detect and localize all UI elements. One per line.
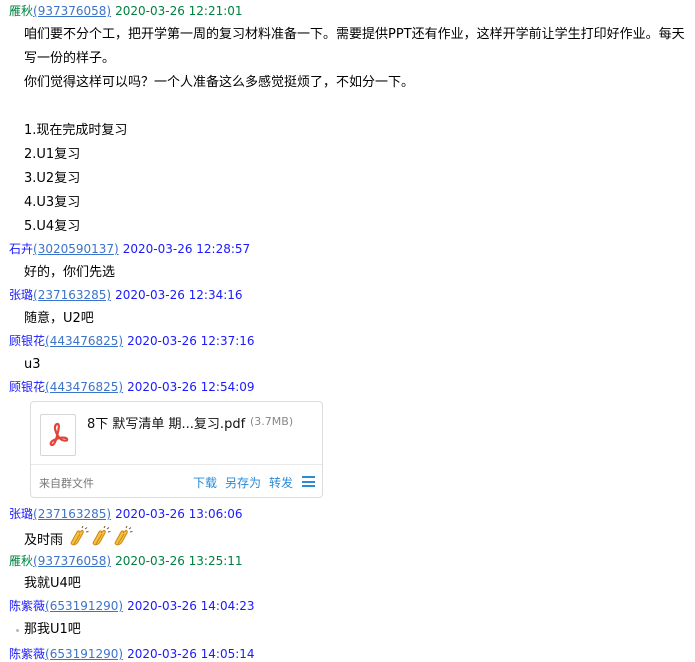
message-body: u3 <box>24 353 41 377</box>
clapping-hands-icon <box>114 526 133 546</box>
message-line: 我就U4吧 <box>24 576 81 591</box>
file-card[interactable]: 8下 默写清单 期...复习.pdf (3.7MB) 来自群文件 下载 另存为 … <box>30 401 323 498</box>
save-as-button[interactable]: 另存为 <box>225 474 261 491</box>
message-line: 那我U1吧 <box>24 622 81 637</box>
sender-name[interactable]: 陈紫薇 <box>9 599 45 613</box>
download-button[interactable]: 下载 <box>193 474 217 491</box>
clapping-hands-icon <box>70 526 89 546</box>
message-line: 5.U4复习 <box>24 219 81 234</box>
sender-name[interactable]: 雁秋 <box>9 554 33 568</box>
message-line <box>24 95 685 119</box>
sender-name[interactable]: 陈紫薇 <box>9 647 45 661</box>
message-header: 雁秋(937376058) 2020-03-26 12:21:01 <box>9 3 243 19</box>
sender-qq[interactable]: (653191290) <box>45 647 123 661</box>
file-card-top[interactable]: 8下 默写清单 期...复习.pdf (3.7MB) <box>31 402 322 465</box>
message-header: 陈紫薇(653191290) 2020-03-26 14:05:14 <box>9 645 255 662</box>
sender-qq[interactable]: (443476825) <box>45 334 123 348</box>
sender-name[interactable]: 张璐 <box>9 507 33 521</box>
message-body: 随意，U2吧 <box>24 307 94 331</box>
message-header: 张璐(237163285) 2020-03-26 13:06:06 <box>9 506 243 522</box>
clapping-hands-icon <box>92 526 111 546</box>
message-line: 1.现在完成时复习 <box>24 123 128 138</box>
menu-icon[interactable] <box>302 476 315 487</box>
sender-name[interactable]: 顾银花 <box>9 334 45 348</box>
message-header: 雁秋(937376058) 2020-03-26 13:25:11 <box>9 553 243 569</box>
message-body: 我就U4吧 <box>24 572 81 596</box>
sender-qq[interactable]: (443476825) <box>45 380 123 394</box>
message-time: 2020-03-26 12:54:09 <box>127 380 255 394</box>
message-line: 好的，你们先选 <box>24 265 116 280</box>
file-size: (3.7MB) <box>250 415 294 428</box>
message-time: 2020-03-26 12:21:01 <box>115 4 243 18</box>
cursor-dot <box>16 629 19 632</box>
message-header: 顾银花(443476825) 2020-03-26 12:54:09 <box>9 379 255 395</box>
sender-qq[interactable]: (237163285) <box>33 288 111 302</box>
message-line: 随意，U2吧 <box>24 311 94 326</box>
message-time: 2020-03-26 14:04:23 <box>127 599 255 613</box>
pdf-icon <box>40 414 76 456</box>
message-line: 你们觉得这样可以吗？一个人准备这么多感觉挺烦了，不如分一下。 <box>24 75 415 90</box>
sender-name[interactable]: 石卉 <box>9 242 33 256</box>
sender-qq[interactable]: (237163285) <box>33 507 111 521</box>
sender-name[interactable]: 顾银花 <box>9 380 45 394</box>
message-time: 2020-03-26 14:05:14 <box>127 647 255 661</box>
message-time: 2020-03-26 13:25:11 <box>115 554 243 568</box>
sender-qq[interactable]: (937376058) <box>33 554 111 568</box>
message-body: 那我U1吧 <box>24 618 81 642</box>
message-body: 咱们要不分个工，把开学第一周的复习材料准备一下。需要提供PPT还有作业，这样开学… <box>24 23 685 239</box>
message-header: 张璐(237163285) 2020-03-26 12:34:16 <box>9 287 243 303</box>
message-line: 及时雨 <box>24 533 64 548</box>
message-header: 陈紫薇(653191290) 2020-03-26 14:04:23 <box>9 598 255 614</box>
message-time: 2020-03-26 13:06:06 <box>115 507 243 521</box>
message-line: 4.U3复习 <box>24 195 81 210</box>
message-line: u3 <box>24 357 41 372</box>
sender-qq[interactable]: (3020590137) <box>33 242 119 256</box>
message-body: 好的，你们先选 <box>24 261 115 285</box>
file-name[interactable]: 8下 默写清单 期...复习.pdf <box>87 413 245 432</box>
message-line: 2.U1复习 <box>24 147 81 162</box>
file-source: 来自群文件 <box>39 477 94 490</box>
forward-button[interactable]: 转发 <box>269 474 293 491</box>
message-line: 咱们要不分个工，把开学第一周的复习材料准备一下。需要提供PPT还有作业，这样开学… <box>24 27 685 42</box>
sender-name[interactable]: 张璐 <box>9 288 33 302</box>
message-time: 2020-03-26 12:28:57 <box>122 242 251 256</box>
message-time: 2020-03-26 12:34:16 <box>115 288 243 302</box>
message-header: 石卉(3020590137) 2020-03-26 12:28:57 <box>9 241 250 257</box>
clap-emoji-group <box>63 526 133 548</box>
sender-qq[interactable]: (653191290) <box>45 599 123 613</box>
sender-qq[interactable]: (937376058) <box>33 4 111 18</box>
message-line: 3.U2复习 <box>24 171 81 186</box>
message-line: 写一份的样子。 <box>24 51 116 66</box>
message-body: 及时雨 <box>24 526 133 553</box>
message-time: 2020-03-26 12:37:16 <box>127 334 255 348</box>
sender-name[interactable]: 雁秋 <box>9 4 33 18</box>
message-header: 顾银花(443476825) 2020-03-26 12:37:16 <box>9 333 255 349</box>
